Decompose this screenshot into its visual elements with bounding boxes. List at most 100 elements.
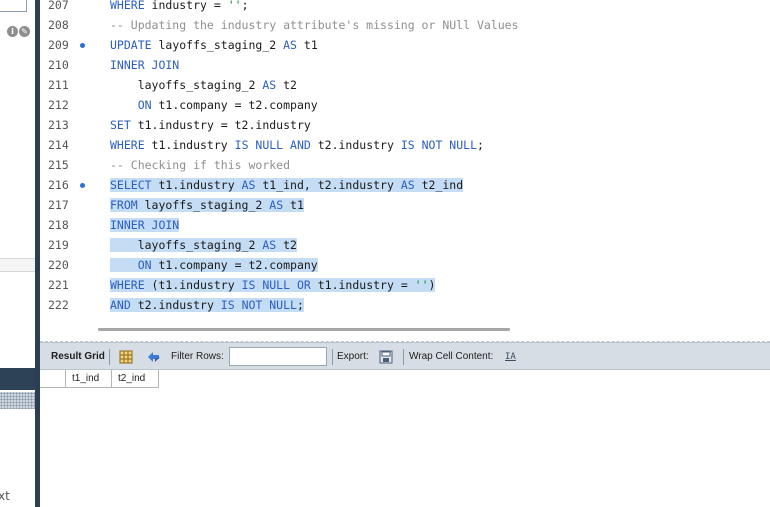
code-text: -- Updating the industry attribute's mis… (110, 15, 519, 35)
sidebar-search-input[interactable] (0, 0, 27, 12)
refresh-icon[interactable] (146, 350, 162, 364)
sql-keyword: IS NULL OR (241, 278, 311, 292)
sidebar-divider (0, 258, 35, 272)
code-text: layoffs_staging_2 AS t2 (110, 75, 297, 95)
sidebar-section-header (0, 368, 35, 390)
sql-text: t2.industry (310, 138, 401, 152)
sql-text: t1 (283, 198, 304, 212)
sidebar-resize-handle[interactable] (0, 392, 35, 409)
line-number: 215 (48, 158, 69, 172)
sql-comment: -- Updating the industry attribute's mis… (110, 18, 519, 32)
sql-text: t1.industry (151, 178, 242, 192)
code-line[interactable]: 221 WHERE (t1.industry IS NULL OR t1.indu… (40, 275, 770, 295)
sql-keyword: AS (283, 38, 297, 52)
grid-view-icon[interactable] (119, 350, 133, 364)
sql-keyword: WHERE (110, 0, 145, 12)
code-text: WHERE (t1.industry IS NULL OR t1.industr… (110, 275, 436, 295)
code-text: INNER JOIN (110, 215, 180, 235)
code-text: ON t1.company = t2.company (110, 95, 318, 115)
result-grid-tab[interactable]: Result Grid (51, 343, 105, 371)
sql-text: layoffs_staging_2 (151, 38, 284, 52)
code-line[interactable]: 214 WHERE t1.industry IS NULL AND t2.indu… (40, 135, 770, 155)
sql-text: ; (241, 0, 249, 12)
code-line[interactable]: 220 ON t1.company = t2.company (40, 255, 770, 275)
line-number: 219 (48, 238, 69, 252)
sql-string: '' (227, 0, 242, 12)
code-line[interactable]: 211 layoffs_staging_2 AS t2 (40, 75, 770, 95)
grid-row-header-corner[interactable] (40, 370, 66, 388)
sql-keyword: AS (400, 178, 415, 192)
sql-comment: -- Checking if this worked (110, 158, 291, 172)
sql-text: ) (428, 278, 436, 292)
grid-column-header[interactable]: t1_ind (66, 370, 112, 388)
sql-text: t2 (276, 78, 297, 92)
wrap-cell-content-icon[interactable]: IA (505, 343, 516, 371)
sql-text: t1.industry (144, 138, 235, 152)
sidebar-info-icons: i ✎ (7, 19, 33, 37)
code-text: AND t2.industry IS NOT NULL; (110, 295, 304, 315)
line-number: 209 (48, 38, 69, 52)
code-line[interactable]: 207 WHERE industry = ''; (40, 0, 770, 15)
sql-editor[interactable]: 207 WHERE industry = ''; 208 -- Updating th… (40, 0, 770, 338)
sql-keyword: ON (137, 258, 152, 272)
code-text: -- Checking if this worked (110, 155, 290, 175)
line-number: 220 (48, 258, 69, 272)
sql-keyword: INNER JOIN (110, 58, 180, 72)
sql-text: (t1.industry (144, 278, 242, 292)
code-line[interactable]: 218 INNER JOIN (40, 215, 770, 235)
code-line[interactable]: 219 layoffs_staging_2 AS t2 (40, 235, 770, 255)
export-icon[interactable] (379, 350, 393, 364)
code-line[interactable]: 212 ON t1.company = t2.company (40, 95, 770, 115)
code-text: INNER JOIN (110, 55, 179, 75)
sql-text: layoffs_staging_2 (110, 238, 263, 252)
sql-text: layoffs_staging_2 (110, 78, 263, 92)
sql-keyword: FROM (110, 198, 138, 212)
code-text: WHERE industry = ''; (110, 0, 249, 15)
sql-text: t1.company = t2.company (151, 258, 318, 272)
code-line[interactable]: 208 -- Updating the industry attribute's … (40, 15, 770, 35)
line-number: 221 (48, 278, 69, 292)
code-line[interactable]: 217 FROM layoffs_staging_2 AS t1 (40, 195, 770, 215)
code-text: WHERE t1.industry IS NULL AND t2.industr… (110, 135, 484, 155)
line-number: 208 (48, 18, 69, 32)
code-line[interactable]: 215 -- Checking if this worked (40, 155, 770, 175)
sql-keyword: AS (241, 178, 256, 192)
sql-text: t1_ind, t2.industry (255, 178, 401, 192)
sql-text: t2 (276, 238, 297, 252)
sql-keyword: UPDATE (110, 38, 152, 52)
info-icon[interactable]: i (7, 26, 18, 37)
sql-keyword: AS (262, 238, 277, 252)
code-text: layoffs_staging_2 AS t2 (110, 235, 297, 255)
code-line[interactable]: 210 INNER JOIN (40, 55, 770, 75)
line-number: 216 (48, 178, 69, 192)
statement-marker-icon[interactable] (80, 43, 85, 48)
sql-keyword: AS (269, 198, 284, 212)
editor-horizontal-scrollbar[interactable] (98, 328, 510, 331)
sidebar-truncated-text: xt (0, 489, 10, 503)
sql-keyword: AS (262, 78, 277, 92)
code-text: SET t1.industry = t2.industry (110, 115, 311, 135)
edit-icon[interactable]: ✎ (19, 26, 30, 37)
code-line[interactable]: 213 SET t1.industry = t2.industry (40, 115, 770, 135)
grid-column-header[interactable]: t2_ind (112, 370, 159, 388)
sql-keyword: IS NULL AND (234, 138, 311, 152)
line-number: 213 (48, 118, 69, 132)
code-text: UPDATE layoffs_staging_2 AS t1 (110, 35, 318, 55)
sql-keyword: IS NOT NULL (400, 138, 477, 152)
code-line[interactable]: 216 SELECT t1.industry AS t1_ind, t2.indu… (40, 175, 770, 195)
statement-marker-icon[interactable] (80, 183, 85, 188)
line-number: 207 (48, 0, 69, 12)
filter-rows-label: Filter Rows: (171, 351, 224, 362)
code-line[interactable]: 209 UPDATE layoffs_staging_2 AS t1 (40, 35, 770, 55)
filter-rows-input[interactable] (229, 347, 327, 366)
sql-keyword: IS NOT NULL (220, 298, 297, 312)
code-text: SELECT t1.industry AS t1_ind, t2.industr… (110, 175, 464, 195)
sql-text: ; (477, 138, 484, 152)
sql-string: '' (414, 278, 429, 292)
toolbar-separator (332, 349, 333, 365)
line-number: 217 (48, 198, 69, 212)
code-line[interactable]: 222 AND t2.industry IS NOT NULL; (40, 295, 770, 315)
sql-keyword: ON (137, 98, 152, 112)
